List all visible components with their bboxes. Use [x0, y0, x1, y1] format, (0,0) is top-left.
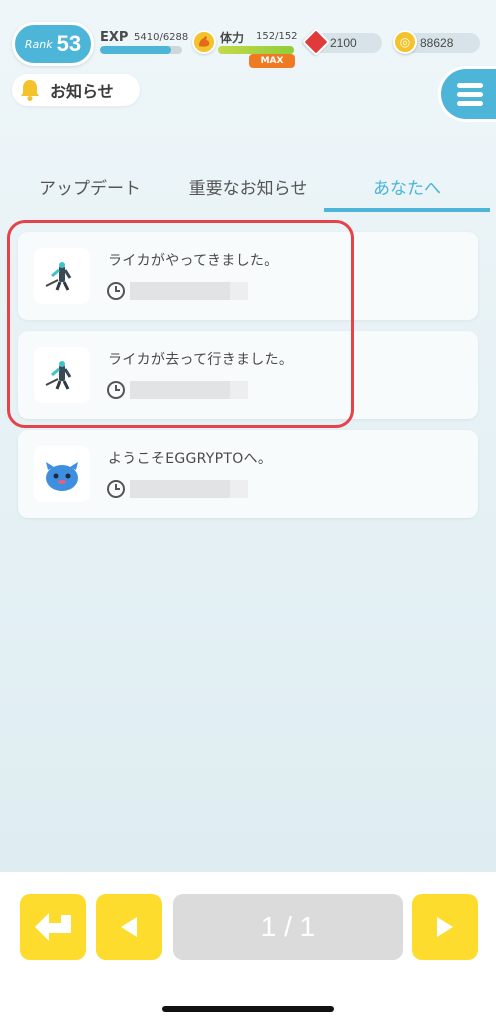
prev-page-button[interactable]	[96, 894, 162, 960]
coin-value: 88628	[420, 36, 454, 50]
arrow-right-icon	[437, 917, 453, 937]
stamina-label: 体力	[220, 31, 245, 45]
stamina-progress-bar	[218, 46, 294, 54]
exp-progress-fill	[100, 46, 171, 54]
notice-header: お知らせ	[12, 74, 140, 106]
tab-for-you[interactable]: あなたへ	[352, 174, 462, 199]
exp-value: 5410/6288	[134, 32, 189, 43]
tab-updates[interactable]: アップデート	[30, 174, 150, 199]
exp-progress-bar	[100, 46, 182, 54]
status-bar: Rank 53 EXP 5410/6288 体力 152/152 MAX 210…	[0, 0, 496, 70]
blue-egg-monster-icon	[34, 446, 90, 502]
arrow-left-icon	[121, 917, 137, 937]
clock-icon	[107, 480, 125, 498]
timestamp-redacted	[130, 480, 248, 498]
rank-label: Rank	[24, 37, 53, 51]
rank-value: 53	[56, 31, 82, 56]
stamina-value: 152/152	[256, 31, 298, 42]
notice-tabs: アップデート 重要なお知らせ あなたへ	[0, 168, 496, 214]
return-arrow-icon	[35, 913, 71, 941]
back-button[interactable]	[20, 894, 86, 960]
notice-title: お知らせ	[50, 82, 114, 101]
bell-icon	[16, 76, 44, 104]
menu-button[interactable]	[438, 66, 496, 122]
list-item[interactable]: ようこそEGGRYPTOへ。	[18, 430, 478, 518]
page-indicator: 1 / 1	[173, 894, 403, 960]
hamburger-icon	[457, 82, 483, 106]
max-badge: MAX	[249, 54, 295, 68]
next-page-button[interactable]	[412, 894, 478, 960]
highlight-annotation	[7, 220, 354, 428]
rank-badge: Rank 53	[12, 22, 94, 66]
tab-important[interactable]: 重要なお知らせ	[178, 174, 318, 199]
active-tab-indicator	[324, 208, 490, 212]
stamina-progress-fill	[218, 46, 294, 54]
notification-title: ようこそEGGRYPTOへ。	[108, 451, 273, 467]
home-indicator[interactable]	[162, 1006, 334, 1012]
coin-icon: ◎	[393, 30, 417, 54]
muscle-icon	[192, 30, 216, 54]
bottom-navigation: 1 / 1	[0, 872, 496, 1024]
exp-label: EXP	[100, 30, 129, 45]
gem-value: 2100	[330, 36, 357, 50]
